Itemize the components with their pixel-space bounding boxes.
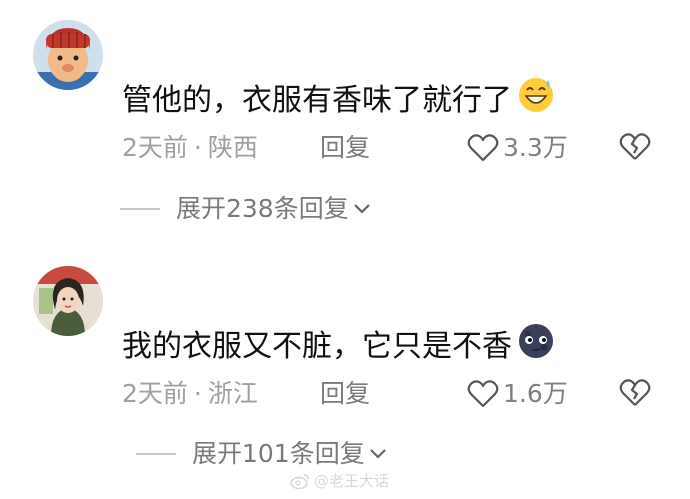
dislike-button[interactable] bbox=[618, 131, 652, 165]
heart-icon bbox=[467, 134, 499, 162]
watermark: @老王大话 bbox=[290, 470, 389, 491]
meta-separator: · bbox=[193, 133, 202, 162]
comment-meta: 2天前 · 浙江 回复 bbox=[122, 377, 370, 411]
expand-replies-button[interactable]: 展开101条回复 bbox=[136, 437, 387, 471]
avatar[interactable] bbox=[33, 266, 103, 336]
comment-text: 我的衣服又不脏，它只是不香 bbox=[122, 320, 556, 367]
divider-line bbox=[136, 453, 176, 455]
expand-replies-label: 展开238条回复 bbox=[176, 194, 349, 223]
expand-replies-label: 展开101条回复 bbox=[192, 439, 365, 468]
comment-body: 管他的，衣服有香味了就行了 bbox=[122, 83, 512, 118]
dislike-button[interactable] bbox=[618, 377, 652, 411]
avatar[interactable] bbox=[33, 20, 103, 90]
chevron-down-icon bbox=[353, 204, 370, 214]
new-moon-face-emoji-icon bbox=[519, 324, 553, 358]
heart-icon bbox=[467, 380, 499, 408]
broken-heart-icon bbox=[619, 133, 651, 160]
meta-separator: · bbox=[193, 379, 202, 408]
chevron-down-icon bbox=[369, 449, 386, 459]
reply-button[interactable]: 回复 bbox=[320, 131, 370, 165]
broken-heart-icon bbox=[619, 379, 651, 406]
weibo-logo-icon bbox=[290, 473, 309, 489]
comment-text: 管他的，衣服有香味了就行了 bbox=[122, 74, 556, 121]
comment-time: 2天前 bbox=[122, 133, 188, 162]
comment-time: 2天前 bbox=[122, 379, 188, 408]
avatar-photo-icon bbox=[33, 266, 103, 336]
comment-body: 我的衣服又不脏，它只是不香 bbox=[122, 329, 512, 364]
like-count: 1.6万 bbox=[503, 379, 568, 408]
avatar-cartoon-icon bbox=[33, 20, 103, 90]
divider-line bbox=[120, 208, 160, 210]
watermark-text: @老王大话 bbox=[314, 472, 390, 490]
like-count: 3.3万 bbox=[503, 133, 568, 162]
grinning-sweat-emoji-icon bbox=[519, 78, 553, 112]
comment-location: 陕西 bbox=[207, 133, 258, 162]
comment-meta: 2天前 · 陕西 回复 bbox=[122, 131, 370, 165]
reply-button[interactable]: 回复 bbox=[320, 377, 370, 411]
comment-location: 浙江 bbox=[207, 379, 258, 408]
like-button[interactable]: 3.3万 bbox=[467, 131, 568, 165]
expand-replies-button[interactable]: 展开238条回复 bbox=[120, 192, 371, 226]
like-button[interactable]: 1.6万 bbox=[467, 377, 568, 411]
